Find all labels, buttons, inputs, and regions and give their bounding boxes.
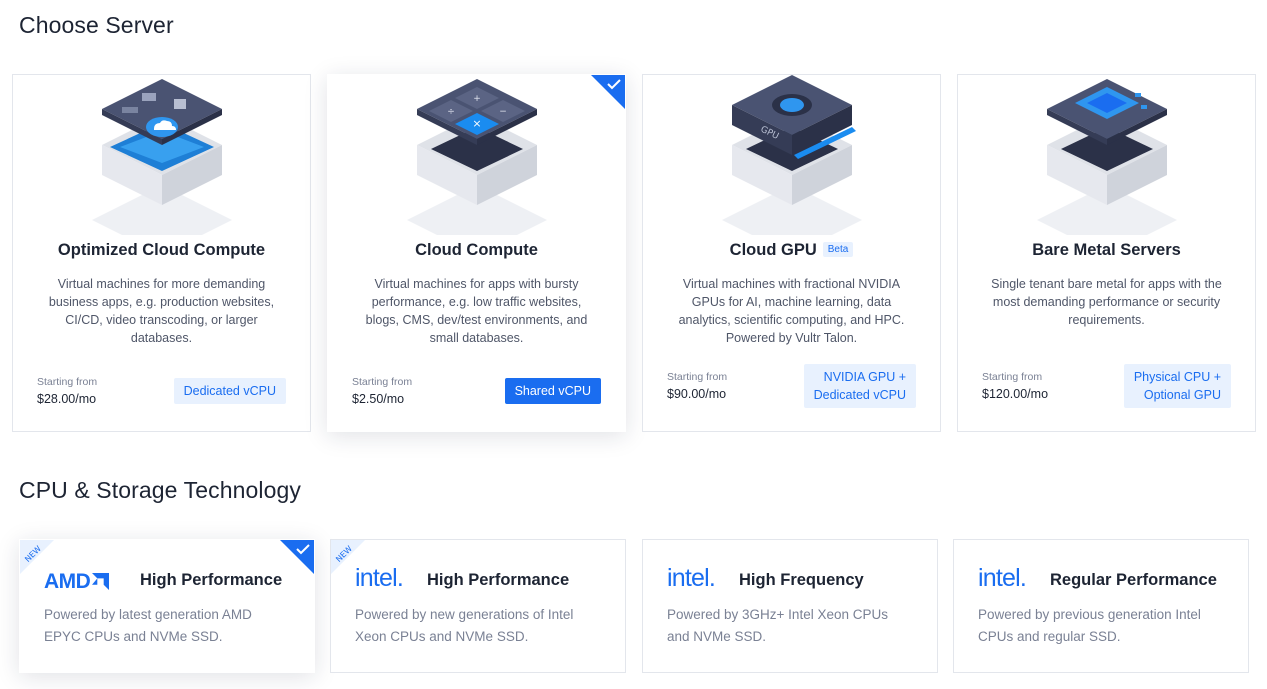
gpu-server-icon: GPU [721, 75, 862, 235]
price-value: $120.00/mo [982, 387, 1049, 401]
price-label: Starting from [352, 376, 413, 388]
cpu-card-intel-regular-performance[interactable]: intel. Regular Performance Powered by pr… [953, 539, 1249, 673]
cpu-storage-title: CPU & Storage Technology [19, 477, 301, 503]
price-value: $28.00/mo [37, 392, 97, 406]
price-label: Starting from [667, 371, 728, 383]
server-card-cloud-compute[interactable]: × + − ÷ Cloud Compute Virtual machines f… [327, 74, 626, 432]
cpu-title: Regular Performance [1050, 571, 1217, 589]
cpu-description: Powered by new generations of Intel Xeon… [355, 607, 574, 644]
cpu-description: Powered by latest generation AMD EPYC CP… [44, 607, 252, 644]
server-card-optimized-cloud-compute[interactable]: Optimized Cloud Compute Virtual machines… [12, 74, 311, 432]
server-title: Cloud Compute [415, 241, 538, 259]
server-title: Cloud GPU [729, 241, 817, 259]
cpu-card-amd-high-performance[interactable]: NEW AMD High Performance Powered by late… [19, 539, 315, 673]
server-description: Virtual machines for more demanding busi… [48, 277, 275, 345]
server-card-bare-metal[interactable]: Bare Metal Servers Single tenant bare me… [957, 74, 1256, 432]
price-label: Starting from [982, 371, 1043, 383]
intel-logo: intel. [355, 564, 404, 592]
amd-arrow-icon [92, 573, 110, 590]
cpu-description: Powered by 3GHz+ Intel Xeon CPUs and NVM… [667, 607, 888, 644]
price-label: Starting from [37, 376, 98, 388]
amd-logo: AMD [44, 570, 110, 602]
server-description: Virtual machines for apps with bursty pe… [365, 277, 588, 345]
server-title: Optimized Cloud Compute [57, 241, 266, 259]
price-value: $2.50/mo [352, 392, 405, 406]
optimized-server-icon [91, 79, 232, 235]
cloud-compute-server-icon: × + − ÷ [406, 79, 547, 235]
intel-logo: intel. [667, 564, 716, 592]
new-ribbon: NEW [20, 540, 54, 574]
choose-server-title: Choose Server [19, 12, 174, 38]
svg-text:−: − [499, 107, 507, 117]
price-value: $90.00/mo [667, 387, 727, 401]
cpu-title: High Performance [427, 571, 570, 589]
vcpu-type-badge: Dedicated vCPU [173, 378, 286, 404]
server-card-cloud-gpu[interactable]: GPU Cloud GPU Beta Virtual machines with … [642, 74, 941, 432]
cpu-title: High Frequency [739, 571, 864, 589]
beta-badge: Beta [822, 242, 854, 257]
cpu-description: Powered by previous generation Intel CPU… [978, 607, 1201, 644]
gpu-type-badge: NVIDIA GPU + Dedicated vCPU [803, 364, 916, 408]
intel-logo: intel. [978, 564, 1027, 592]
cpu-title: High Performance [140, 571, 283, 589]
server-title-row: Cloud GPU Beta [643, 241, 940, 260]
server-title: Bare Metal Servers [1032, 241, 1181, 259]
selected-check-icon [591, 75, 625, 109]
bare-metal-server-icon [1036, 79, 1177, 235]
cpu-card-intel-high-frequency[interactable]: intel. High Frequency Powered by 3GHz+ I… [642, 539, 938, 673]
selected-check-icon [280, 540, 314, 574]
server-description: Virtual machines with fractional NVIDIA … [678, 277, 905, 345]
svg-text:×: × [472, 117, 481, 130]
bare-metal-type-badge: Physical CPU + Optional GPU [1123, 364, 1231, 408]
svg-text:+: + [473, 94, 481, 104]
cpu-card-intel-high-performance[interactable]: NEW intel. High Performance Powered by n… [330, 539, 626, 673]
vcpu-type-badge: Shared vCPU [504, 378, 601, 404]
svg-text:÷: ÷ [447, 107, 455, 117]
server-description: Single tenant bare metal for apps with t… [991, 277, 1222, 327]
